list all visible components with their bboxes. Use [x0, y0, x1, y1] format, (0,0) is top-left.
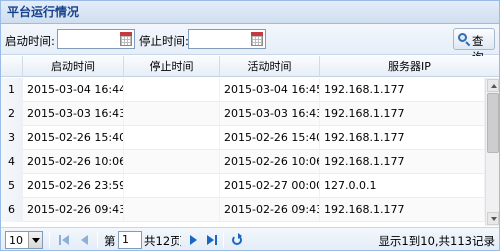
cell-active-time: 2015-02-26 10:06:03 [220, 150, 320, 174]
column-header-stop-time[interactable]: 停止时间 [124, 56, 220, 77]
page-size-select[interactable]: 10 [5, 231, 43, 249]
refresh-icon[interactable] [230, 233, 244, 247]
vertical-scrollbar[interactable] [485, 78, 499, 226]
cell-start-time: 2015-02-26 09:43:51 [23, 198, 124, 222]
row-number-header [1, 56, 23, 77]
search-button[interactable]: 查询 [453, 28, 495, 64]
record-count-status: 显示1到10,共113记录 [378, 234, 495, 248]
stop-time-field[interactable] [188, 29, 266, 49]
next-page-icon[interactable] [186, 233, 200, 247]
page-total-label: 共12页 [144, 234, 182, 248]
separator [179, 232, 180, 248]
cell-active-time: 2015-03-04 16:45:00 [220, 78, 320, 102]
cell-server-ip: 192.168.1.177 [320, 150, 485, 174]
cell-start-time: 2015-02-26 23:59:00 [23, 174, 124, 198]
table-row[interactable]: 12015-03-04 16:44:59 2015-03-04 16:45:001… [1, 78, 485, 102]
table-row[interactable]: 42015-02-26 10:06:032015-02-26 10:06:031… [1, 150, 485, 174]
stop-time-label: 停止时间: [139, 34, 189, 48]
calendar-icon[interactable] [249, 30, 265, 48]
separator [49, 232, 50, 248]
cell-stop-time [124, 174, 220, 198]
cell-start-time: 2015-03-03 16:43:36 [23, 102, 124, 126]
row-number: 2 [1, 102, 23, 126]
prev-page-icon[interactable] [78, 233, 92, 247]
cell-start-time: 2015-02-26 15:40:59 [23, 126, 124, 150]
separator [97, 232, 98, 248]
search-icon [458, 33, 471, 47]
cell-server-ip: 127.0.0.1 [320, 174, 485, 198]
table-row[interactable]: 22015-03-03 16:43:362015-03-03 16:43:361… [1, 102, 485, 126]
scrollbar-thumb[interactable] [487, 93, 499, 153]
last-page-icon[interactable] [205, 233, 219, 247]
cell-server-ip: 192.168.1.177 [320, 102, 485, 126]
cell-start-time: 2015-02-26 10:06:03 [23, 150, 124, 174]
row-number: 4 [1, 150, 23, 174]
page-prefix-label: 第 [104, 234, 116, 248]
column-header-server-ip[interactable]: 服务器IP [320, 56, 499, 77]
cell-server-ip: 192.168.1.177 [320, 78, 485, 102]
pagination-bar: 10 第 1 共12页 显示1到10,共113记录 [1, 227, 499, 250]
page-size-value: 10 [9, 234, 23, 247]
scroll-up-icon[interactable] [487, 79, 499, 92]
cell-active-time: 2015-02-27 00:00:00 [220, 174, 320, 198]
panel-title: 平台运行情况 [1, 1, 499, 24]
calendar-icon[interactable] [118, 30, 134, 48]
cell-stop-time [124, 102, 220, 126]
cell-stop-time [124, 198, 220, 222]
row-number: 5 [1, 174, 23, 198]
grid-header: 启动时间 停止时间 活动时间 服务器IP [1, 56, 499, 77]
cell-active-time: 2015-03-03 16:43:36 [220, 102, 320, 126]
platform-status-panel: 平台运行情况 启动时间: 停止时间: 查询 启动时间 停止时间 [0, 0, 500, 251]
chevron-down-icon[interactable] [28, 232, 42, 248]
records-grid: 启动时间 停止时间 活动时间 服务器IP 12015-03-04 16:44:5… [1, 56, 499, 226]
start-time-label: 启动时间: [5, 34, 55, 48]
first-page-icon[interactable] [58, 233, 72, 247]
cell-active-time: 2015-02-26 15:40:59 [220, 126, 320, 150]
cell-server-ip: 192.168.1.177 [320, 198, 485, 222]
start-time-field[interactable] [57, 29, 135, 49]
cell-stop-time [124, 78, 220, 102]
current-page-input[interactable]: 1 [118, 231, 142, 249]
row-number: 6 [1, 198, 23, 222]
scroll-down-icon[interactable] [487, 212, 499, 225]
column-header-start-time[interactable]: 启动时间 [23, 56, 124, 77]
row-number: 3 [1, 126, 23, 150]
cell-server-ip: 192.168.1.177 [320, 126, 485, 150]
table-row[interactable]: 62015-02-26 09:43:512015-02-26 09:43:511… [1, 198, 485, 222]
cell-active-time: 2015-02-26 09:43:51 [220, 198, 320, 222]
cell-stop-time [124, 150, 220, 174]
row-number: 1 [1, 78, 23, 102]
table-row[interactable]: 32015-02-26 15:40:592015-02-26 15:40:591… [1, 126, 485, 150]
cell-stop-time [124, 126, 220, 150]
separator [223, 232, 224, 248]
cell-start-time: 2015-03-04 16:44:59 [23, 78, 124, 102]
filter-toolbar: 启动时间: 停止时间: 查询 [1, 24, 499, 64]
column-header-active-time[interactable]: 活动时间 [220, 56, 320, 77]
table-row[interactable]: 52015-02-26 23:59:00 2015-02-27 00:00:001… [1, 174, 485, 198]
